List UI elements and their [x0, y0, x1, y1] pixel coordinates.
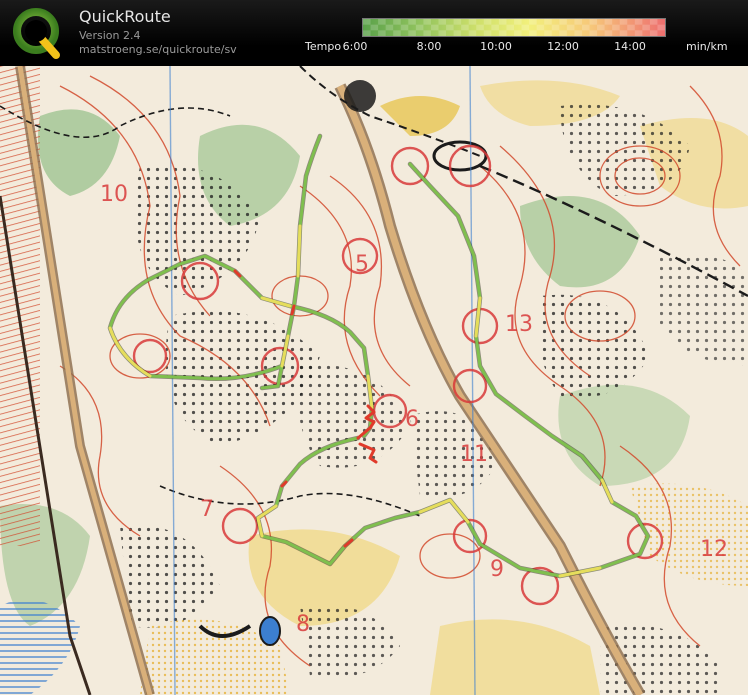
tempo-scale-grid — [363, 19, 665, 36]
control-number: 5 — [355, 252, 369, 277]
orienteering-map[interactable]: 5 6 7 8 9 10 11 12 13 — [0, 66, 748, 695]
quickroute-logo-icon — [13, 8, 60, 59]
quickroute-view: QuickRoute Version 2.4 matstroeng.se/qui… — [0, 0, 748, 695]
header-bar: QuickRoute Version 2.4 matstroeng.se/qui… — [0, 0, 748, 66]
control-number: 12 — [700, 537, 728, 562]
control-number: 7 — [200, 497, 214, 522]
control-number: 9 — [490, 557, 504, 582]
control-number: 6 — [405, 407, 419, 432]
tempo-tick-label: 14:00 — [614, 40, 646, 53]
control-number: 10 — [100, 182, 128, 207]
tempo-tick-label: 8:00 — [416, 40, 442, 53]
tempo-unit-label: min/km — [686, 40, 728, 53]
control-number: 11 — [460, 442, 488, 467]
tempo-tick-label: 6:00 — [342, 40, 368, 53]
tempo-label: Tempo — [305, 40, 342, 53]
app-url[interactable]: matstroeng.se/quickroute/sv — [79, 43, 237, 56]
tempo-tick-label: 12:00 — [547, 40, 579, 53]
tempo-color-scale — [362, 18, 666, 37]
app-version: Version 2.4 — [79, 29, 141, 42]
tempo-tick-label: 10:00 — [480, 40, 512, 53]
app-name: QuickRoute — [79, 7, 171, 26]
control-number: 13 — [505, 312, 533, 337]
control-number: 8 — [296, 612, 310, 637]
